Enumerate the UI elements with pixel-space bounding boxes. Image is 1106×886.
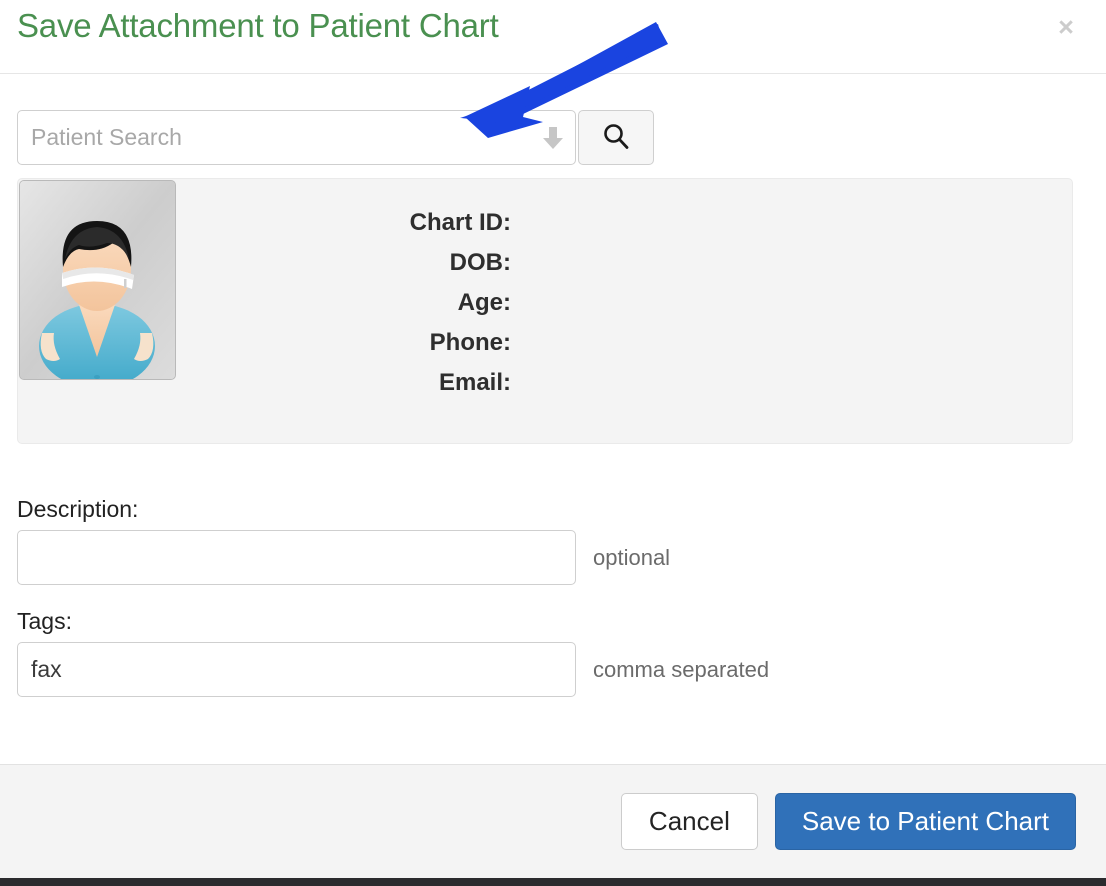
patient-field-dob: DOB:	[218, 249, 519, 289]
window-bottom-strip	[0, 878, 1106, 886]
search-icon	[601, 121, 631, 154]
patient-field-label: Chart ID:	[409, 209, 511, 236]
description-label: Description:	[17, 496, 139, 522]
patient-field-chart-id: Chart ID:	[218, 209, 519, 249]
patient-summary-panel: Chart ID: DOB: Age: Phone: Email:	[17, 178, 1073, 444]
dialog-body: Chart ID: DOB: Age: Phone: Email:	[0, 74, 1106, 764]
patient-field-label: Age:	[457, 289, 511, 316]
close-icon[interactable]: ×	[1051, 12, 1081, 42]
description-hint: optional	[593, 544, 671, 570]
dialog-header: Save Attachment to Patient Chart ×	[0, 0, 1106, 74]
patient-field-phone: Phone:	[218, 329, 519, 369]
patient-search-row	[17, 110, 654, 165]
save-to-patient-chart-button[interactable]: Save to Patient Chart	[774, 793, 1076, 850]
patient-field-label: Phone:	[429, 329, 511, 356]
patient-field-label: Email:	[438, 369, 511, 396]
save-attachment-dialog: Save Attachment to Patient Chart × Patie…	[0, 0, 1106, 878]
tags-field-line: comma separated	[17, 642, 1077, 697]
patient-field-age: Age:	[218, 289, 519, 329]
cancel-button[interactable]: Cancel	[620, 793, 758, 850]
patient-avatar-icon	[19, 180, 176, 380]
patient-search-wrap	[17, 110, 576, 165]
attachment-form: Description: optional Tags: comma separa…	[17, 496, 1077, 708]
dialog-footer: Cancel Save to Patient Chart	[0, 764, 1106, 878]
page-title: Save Attachment to Patient Chart	[17, 7, 499, 44]
description-field-line: optional	[17, 530, 1077, 585]
tags-hint: comma separated	[593, 656, 770, 682]
patient-field-email: Email:	[218, 369, 519, 409]
patient-fields-list: Chart ID: DOB: Age: Phone: Email:	[218, 209, 519, 409]
patient-field-label: DOB:	[449, 249, 511, 276]
description-input[interactable]	[17, 530, 576, 585]
search-button[interactable]	[578, 110, 654, 165]
search-input[interactable]	[17, 110, 576, 165]
tags-input[interactable]	[17, 642, 576, 697]
tags-label: Tags:	[17, 608, 72, 634]
